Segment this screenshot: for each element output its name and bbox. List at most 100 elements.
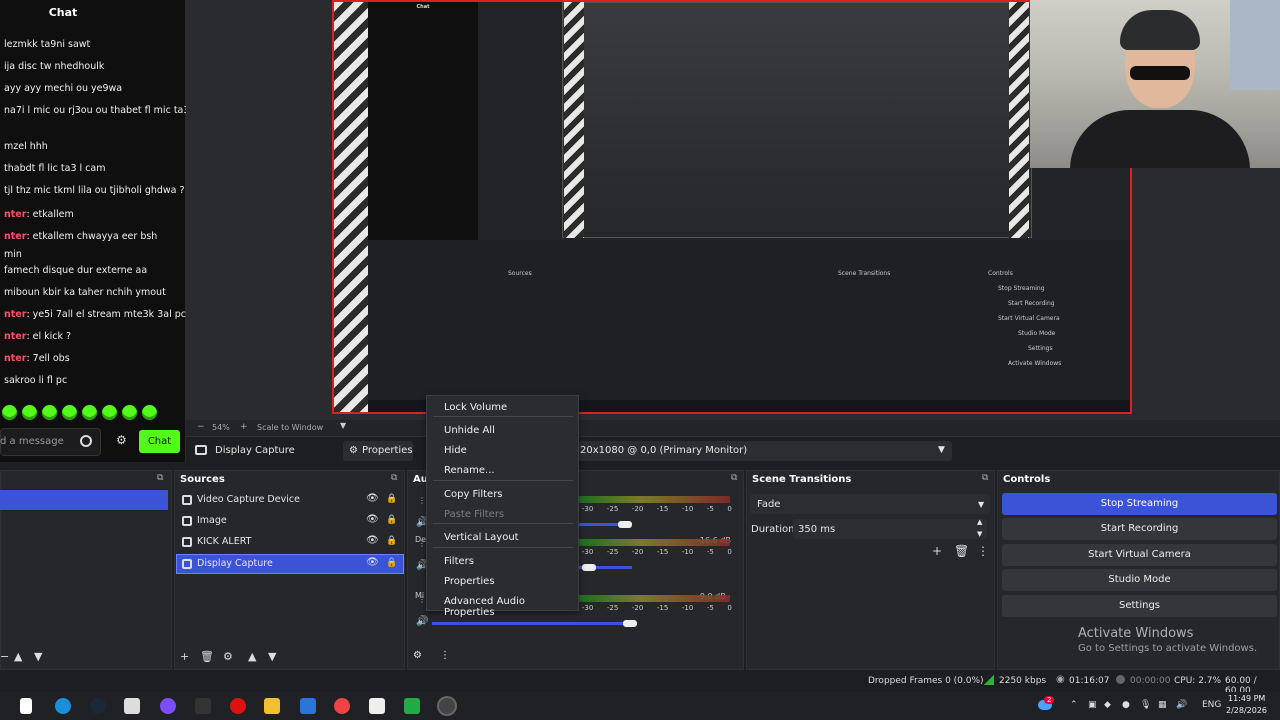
app-icon[interactable] xyxy=(300,698,316,714)
start-virtual-camera-button[interactable]: Start Virtual Camera xyxy=(1002,544,1277,566)
chat-settings-gear-icon[interactable]: ⚙ xyxy=(116,433,127,447)
spin-up-icon[interactable]: ▲ xyxy=(977,518,982,526)
file-icon[interactable] xyxy=(20,698,32,714)
visibility-eye-icon[interactable]: 👁 xyxy=(366,557,379,568)
source-properties-icon[interactable]: ⚙ xyxy=(223,650,233,663)
capcut-icon[interactable] xyxy=(369,698,385,714)
channel-menu-icon[interactable]: ⋮ xyxy=(418,595,426,604)
volume-slider-handle[interactable] xyxy=(582,564,596,571)
undock-icon[interactable]: ⧉ xyxy=(731,473,737,483)
menu-item-copy-filters[interactable]: Copy Filters xyxy=(444,489,503,500)
remove-source-icon[interactable]: 🗑 xyxy=(200,650,214,663)
menu-item-properties[interactable]: Properties xyxy=(444,576,495,587)
chat-username[interactable]: nter xyxy=(4,331,26,342)
move-up-icon[interactable]: ▲ xyxy=(248,650,256,663)
emoji-picker-icon[interactable] xyxy=(80,435,92,447)
zoom-out-button[interactable]: − xyxy=(197,422,205,432)
chat-username[interactable]: nter xyxy=(4,231,26,242)
remove-transition-icon[interactable]: 🗑 xyxy=(954,544,969,558)
move-up-icon[interactable]: ▲ xyxy=(14,650,22,663)
mute-speaker-icon[interactable]: 🔊 xyxy=(416,616,428,627)
language-indicator[interactable]: ENG xyxy=(1202,700,1221,710)
chat-username[interactable]: nter xyxy=(4,353,26,364)
chrome-icon[interactable] xyxy=(334,698,350,714)
visibility-eye-icon[interactable]: 👁 xyxy=(366,535,379,546)
lock-icon[interactable]: 🔒 xyxy=(386,558,397,568)
zoom-mode-label[interactable]: Scale to Window xyxy=(257,423,323,432)
transition-menu-icon[interactable]: ⋮ xyxy=(977,544,989,558)
transition-select[interactable] xyxy=(750,494,990,514)
undock-icon[interactable]: ⧉ xyxy=(157,473,163,483)
program-canvas[interactable]: Chat Sources Scene Transitions Controls Sto… xyxy=(332,0,1132,414)
tray-app-icon[interactable]: ● xyxy=(1122,700,1130,710)
emote-icon[interactable] xyxy=(102,405,117,420)
volume-icon[interactable]: 🔊 xyxy=(1176,700,1187,710)
menu-item-unhide-all[interactable]: Unhide All xyxy=(444,425,495,436)
menu-item-hide[interactable]: Hide xyxy=(444,445,467,456)
start-recording-button[interactable]: Start Recording xyxy=(1002,518,1277,540)
scene-list-edge-icon[interactable]: − xyxy=(0,650,9,663)
terminal-icon[interactable] xyxy=(404,698,420,714)
move-down-icon[interactable]: ▼ xyxy=(34,650,42,663)
taskbar-clock-time[interactable]: 11:49 PM xyxy=(1228,694,1265,703)
chat-message-text: : etkallem xyxy=(26,209,74,220)
stop-streaming-button[interactable]: Stop Streaming xyxy=(1002,493,1277,515)
add-source-icon[interactable]: + xyxy=(180,650,189,663)
volume-slider-handle[interactable] xyxy=(618,521,632,528)
chat-send-button[interactable]: Chat xyxy=(139,430,180,453)
taskbar-clock-date[interactable]: 2/28/2026 xyxy=(1226,706,1267,715)
microphone-icon[interactable]: 🎙 xyxy=(1140,700,1151,710)
folder-icon[interactable] xyxy=(264,698,280,714)
menu-item-lock-volume[interactable]: Lock Volume xyxy=(444,402,507,413)
tray-chevron-icon[interactable]: ⌃ xyxy=(1070,700,1078,710)
visibility-eye-icon[interactable]: 👁 xyxy=(366,493,379,504)
menu-item-advanced-audio-properties[interactable]: Advanced Audio Properties xyxy=(444,596,578,618)
display-capture-icon xyxy=(195,445,207,455)
menu-item-vertical-layout[interactable]: Vertical Layout xyxy=(444,532,519,543)
tray-app-icon[interactable]: ▣ xyxy=(1088,700,1097,710)
chat-username[interactable]: nter xyxy=(4,209,26,220)
move-down-icon[interactable]: ▼ xyxy=(268,650,276,663)
record-time: 00:00:00 xyxy=(1130,676,1171,686)
emote-row xyxy=(2,405,157,420)
emote-icon[interactable] xyxy=(82,405,97,420)
discord-icon[interactable] xyxy=(160,698,176,714)
tray-app-icon[interactable]: ◆ xyxy=(1104,700,1111,710)
spin-down-icon[interactable]: ▼ xyxy=(977,530,982,538)
epic-games-icon[interactable] xyxy=(195,698,211,714)
lock-icon[interactable]: 🔒 xyxy=(386,494,397,504)
mixer-menu-icon[interactable]: ⋮ xyxy=(440,650,450,661)
emote-icon[interactable] xyxy=(62,405,77,420)
menu-item-rename[interactable]: Rename... xyxy=(444,465,495,476)
emote-icon[interactable] xyxy=(122,405,137,420)
settings-button[interactable]: Settings xyxy=(1002,595,1277,617)
emote-icon[interactable] xyxy=(142,405,157,420)
add-transition-icon[interactable]: + xyxy=(932,544,942,558)
lock-icon[interactable]: 🔒 xyxy=(386,536,397,546)
studio-mode-button[interactable]: Studio Mode xyxy=(1002,569,1277,591)
mixer-settings-icon[interactable]: ⚙ xyxy=(413,650,422,661)
signal-icon xyxy=(984,675,994,685)
opera-icon[interactable] xyxy=(230,698,246,714)
channel-menu-icon[interactable]: ⋮ xyxy=(418,496,426,505)
volume-slider-handle[interactable] xyxy=(623,620,637,627)
visibility-eye-icon[interactable]: 👁 xyxy=(366,514,379,525)
emote-icon[interactable] xyxy=(2,405,17,420)
undock-icon[interactable]: ⧉ xyxy=(391,473,397,483)
zoom-mode-dropdown-icon[interactable]: ▼ xyxy=(340,421,346,430)
edge-icon[interactable] xyxy=(55,698,71,714)
lock-icon[interactable]: 🔒 xyxy=(386,515,397,525)
volume-slider[interactable] xyxy=(432,622,632,625)
emote-icon[interactable] xyxy=(22,405,37,420)
emote-icon[interactable] xyxy=(42,405,57,420)
network-icon[interactable]: ▦ xyxy=(1158,700,1167,710)
menu-item-filters[interactable]: Filters xyxy=(444,556,474,567)
chat-username[interactable]: nter xyxy=(4,309,26,320)
scene-item-selected[interactable] xyxy=(0,490,168,510)
obs-icon[interactable] xyxy=(439,698,455,714)
zoom-in-button[interactable]: + xyxy=(240,422,248,432)
undock-icon[interactable]: ⧉ xyxy=(982,473,988,483)
store-icon[interactable] xyxy=(124,698,140,714)
steam-icon[interactable] xyxy=(90,698,106,714)
channel-menu-icon[interactable]: ⋮ xyxy=(418,539,426,548)
